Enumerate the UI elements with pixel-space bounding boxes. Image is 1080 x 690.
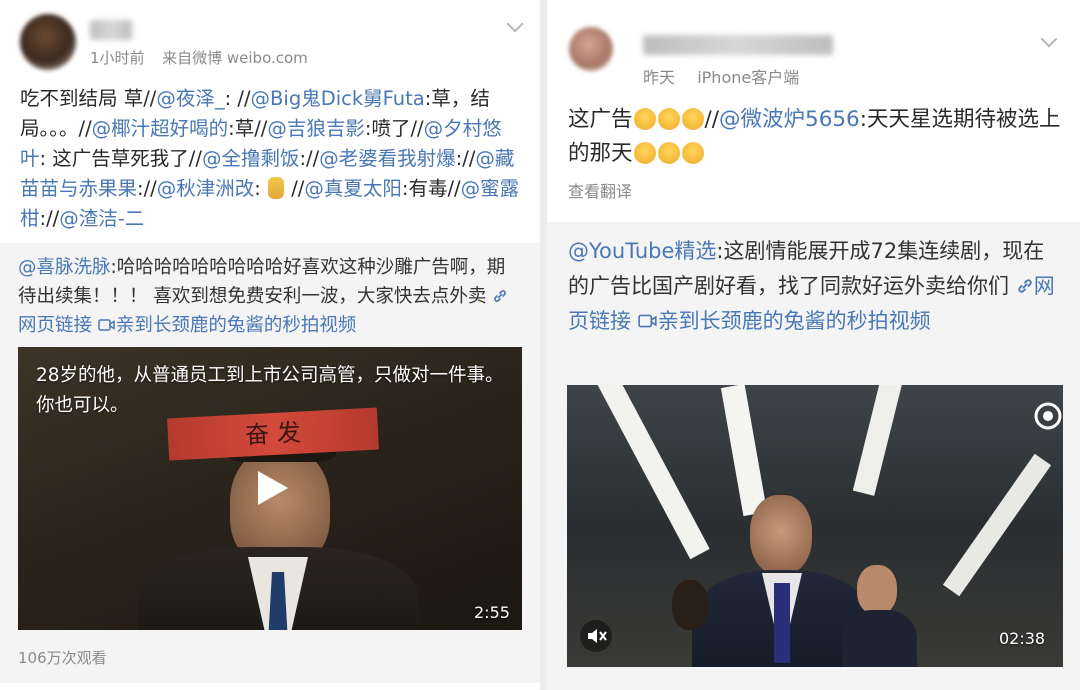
link-icon <box>1018 279 1032 293</box>
translate-link[interactable]: 查看翻译 <box>568 178 632 202</box>
left-weibo-post: 1小时前 来自微博 weibo.com 吃不到结局 草//@夜泽_: //@Bi… <box>0 0 540 690</box>
panel-divider <box>540 0 547 690</box>
right-weibo-post: 昨天 iPhone客户端 这广告//@微波炉5656:天天星选期待被选上的那天 … <box>547 0 1080 690</box>
timestamp: 昨天 <box>643 68 676 87</box>
source: 来自微博 weibo.com <box>162 49 308 67</box>
video-duration: 2:55 <box>474 603 510 622</box>
ceiling-light <box>587 385 710 560</box>
video-scene-person <box>842 610 917 667</box>
video-scene-person <box>672 580 708 630</box>
post-meta: 1小时前 来自微博 weibo.com <box>90 47 308 68</box>
username[interactable] <box>643 35 833 55</box>
post-text: 这广告//@微波炉5656:天天星选期待被选上的那天 <box>568 107 1061 166</box>
video-scene-face <box>750 495 812 575</box>
avatar[interactable] <box>20 14 76 70</box>
video-player[interactable]: 02:38 <box>567 385 1063 667</box>
mention-link[interactable]: @老婆看我射爆 <box>319 147 456 170</box>
post-text: 吃不到结局 草//@夜泽_: //@Big鬼Dick舅Futa:草，结局。。。/… <box>20 87 520 230</box>
username[interactable] <box>90 20 132 40</box>
ceiling-light <box>720 385 768 517</box>
video-duration: 02:38 <box>999 629 1046 648</box>
mention-link[interactable]: @喜脉洗脉 <box>18 257 111 278</box>
emoji-figure-icon <box>268 177 285 199</box>
mention-link[interactable]: @椰汁超好喝的 <box>92 117 229 140</box>
camera-icon[interactable] <box>1033 401 1063 431</box>
mention-link[interactable]: @微波炉5656 <box>719 107 860 132</box>
emoji-cry-icon <box>633 142 656 164</box>
mention-link[interactable]: @渣洁-二 <box>59 207 144 230</box>
video-link[interactable]: 亲到长颈鹿的兔酱的秒拍视频 <box>637 309 931 333</box>
view-count: 106万次观看 <box>18 649 107 667</box>
post-meta: 昨天 iPhone客户端 <box>643 64 799 88</box>
ceiling-light <box>942 453 1052 597</box>
video-scene-person <box>857 565 897 615</box>
mute-icon[interactable] <box>579 619 613 653</box>
emoji-yum-icon <box>681 108 704 130</box>
video-scene-tie <box>774 583 790 663</box>
chevron-down-icon[interactable] <box>1040 30 1058 48</box>
repost-text: @YouTube精选:这剧情能展开成72集连续剧，现在的广告比国产剧好看，找了同… <box>568 239 1055 333</box>
repost-text: @喜脉洗脉:哈哈哈哈哈哈哈哈哈好喜欢这种沙雕广告啊，期待出续集！！！ 喜欢到想免… <box>18 253 512 340</box>
chevron-down-icon[interactable] <box>506 15 524 33</box>
source: iPhone客户端 <box>697 68 800 87</box>
mention-link[interactable]: @夜泽_ <box>156 87 224 110</box>
video-player[interactable]: 奋 发 28岁的他，从普通员工到上市公司高管，只做对一件事。 你也可以。 2:5… <box>18 347 522 630</box>
emoji-cry-icon <box>681 142 704 164</box>
emoji-yum-icon <box>657 108 680 130</box>
emoji-cry-icon <box>657 142 680 164</box>
video-icon <box>98 319 115 331</box>
video-caption: 28岁的他，从普通员工到上市公司高管，只做对一件事。 你也可以。 <box>36 365 504 416</box>
avatar[interactable] <box>569 27 613 71</box>
play-icon[interactable] <box>258 471 288 505</box>
timestamp: 1小时前 <box>90 49 145 67</box>
mention-link[interactable]: @真夏太阳 <box>304 177 402 200</box>
video-icon <box>637 314 657 328</box>
mention-link[interactable]: @秋津洲改 <box>157 177 255 200</box>
repost-box: @喜脉洗脉:哈哈哈哈哈哈哈哈哈好喜欢这种沙雕广告啊，期待出续集！！！ 喜欢到想免… <box>0 243 540 683</box>
video-link[interactable]: 亲到长颈鹿的兔酱的秒拍视频 <box>98 315 356 336</box>
ceiling-light <box>852 385 904 496</box>
repost-box: @YouTube精选:这剧情能展开成72集连续剧，现在的广告比国产剧好看，找了同… <box>547 222 1080 690</box>
emoji-yum-icon <box>633 108 656 130</box>
mention-link[interactable]: @吉狼吉影 <box>267 117 365 140</box>
mention-link[interactable]: @YouTube精选 <box>568 239 716 263</box>
mention-link[interactable]: @Big鬼Dick舅Futa <box>251 87 425 110</box>
mention-link[interactable]: @全撸剩饭 <box>202 147 300 170</box>
link-icon <box>494 290 507 302</box>
